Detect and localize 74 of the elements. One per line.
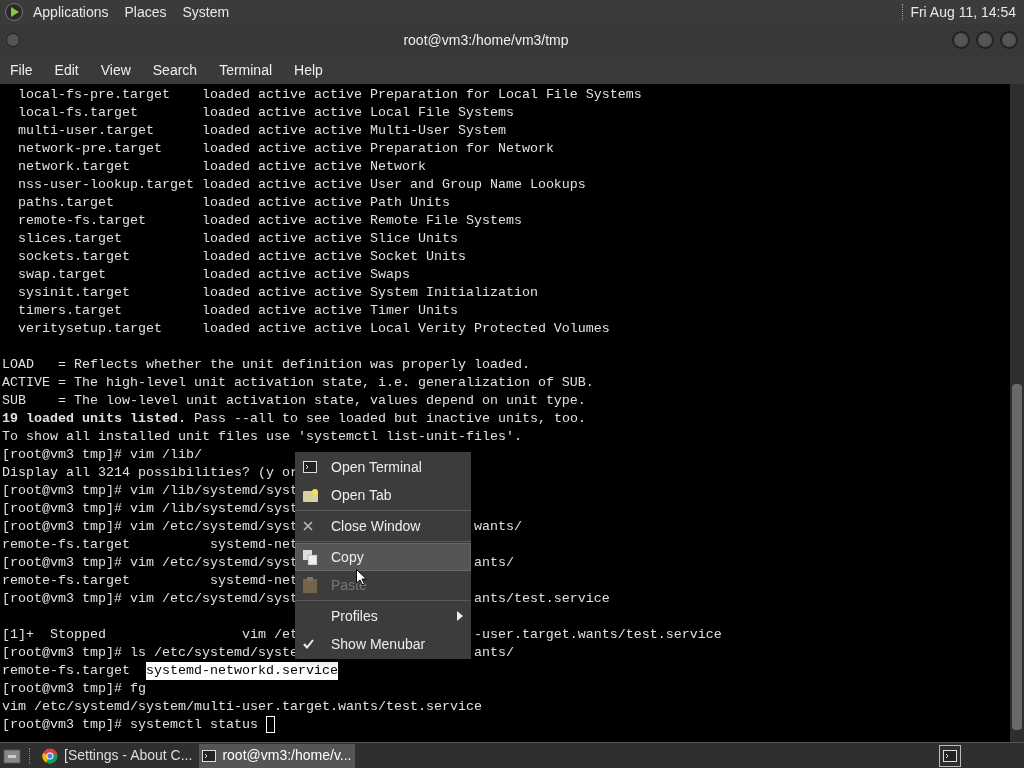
terminal-line: timers.target loaded active active Timer Units: [17, 303, 458, 318]
selected-text: systemd-networkd.service: [145, 662, 338, 680]
file-cabinet-icon[interactable]: [3, 747, 21, 764]
terminal-line: [root@vm3 tmp]# vim /etc/systemd/syst: [2, 591, 298, 606]
terminal-line: LOAD = Reflects whether the unit definition was properly loaded.: [2, 357, 530, 372]
terminal-line: vim /etc/systemd/system/multi-user.target.wants/test.service: [2, 699, 482, 714]
terminal-line: To show all installed unit files use 'systemctl list-unit-files'.: [2, 429, 522, 444]
menu-item[interactable]: View: [100, 59, 131, 81]
terminal-line: nss-user-lookup.target loaded active active User and Group Name Lookups: [17, 177, 586, 192]
play-logo-icon[interactable]: [4, 2, 24, 22]
terminal-line: sysinit.target loaded active active System Initialization: [17, 285, 538, 300]
terminal-line: local-fs-pre.target loaded active active Preparation for Local File Systems: [17, 87, 642, 102]
menu-item[interactable]: Search: [152, 59, 198, 81]
terminal-line: remote-fs.target: [2, 663, 131, 678]
terminal-line: [root@vm3 tmp]# vim /lib/: [2, 447, 202, 462]
scrollbar-thumb[interactable]: [1012, 384, 1022, 730]
browser-icon: [42, 747, 58, 764]
close-button[interactable]: [1000, 31, 1018, 49]
menu-item[interactable]: Edit: [54, 59, 79, 81]
terminal-line: [root@vm3 tmp]# fg: [2, 681, 146, 696]
terminal-line: ACTIVE = The high-level unit activation state, i.e. generalization of SUB.: [2, 375, 594, 390]
terminal-line: [root@vm3 tmp]# vim /etc/systemd/syst: [2, 555, 298, 570]
terminal-line: multi-user.target loaded active active Multi-User System: [17, 123, 506, 138]
maximize-button[interactable]: [976, 31, 994, 49]
folder-icon: [303, 488, 319, 502]
scrollbar[interactable]: [1010, 84, 1024, 742]
taskbar-button[interactable]: [Settings - About C...: [39, 743, 196, 768]
terminal-line: 19 loaded units listed. Pass --all to see loaded but inactive units, too.: [2, 411, 586, 426]
menu-item[interactable]: Copy: [295, 543, 471, 571]
menu-item[interactable]: Terminal: [219, 59, 273, 81]
taskbar-button[interactable]: root@vm3:/home/v...: [199, 743, 355, 768]
panel-menu[interactable]: Applications: [33, 1, 109, 23]
clipboard-icon: [303, 577, 317, 593]
terminal-line: [root@vm3 tmp]# systemctl status: [2, 717, 259, 732]
terminal-line: network-pre.target loaded active active Preparation for Network: [17, 141, 554, 156]
menu-item[interactable]: Open Terminal: [295, 453, 471, 481]
clock: Fri Aug 11, 14:54: [910, 2, 1016, 22]
terminal-icon: [943, 749, 957, 762]
menu-item[interactable]: File: [10, 59, 33, 81]
terminal-line: remote-fs.target loaded active active Remote File Systems: [17, 213, 522, 228]
terminal-line: ants/: [473, 644, 514, 662]
menu-item[interactable]: Close Window: [295, 512, 471, 540]
terminal-line: [root@vm3 tmp]# vim /etc/systemd/syst: [2, 519, 298, 534]
terminal-line: [root@vm3 tmp]# ls /etc/systemd/syste: [2, 645, 298, 660]
terminal-line: -user.target.wants/test.service: [473, 626, 722, 644]
terminal-line: SUB = The low-level unit activation state, values depend on unit type.: [2, 393, 586, 408]
terminal-icon: [303, 461, 317, 473]
terminal-line: remote-fs.target systemd-net: [2, 573, 298, 588]
terminal-line: ants/test.service: [473, 590, 610, 608]
terminal-line: [1]+ Stopped vim /et: [2, 627, 298, 642]
close-icon: [303, 521, 313, 531]
terminal-line: network.target loaded active active Network: [17, 159, 426, 174]
panel-menu[interactable]: Places: [124, 1, 167, 23]
menu-item[interactable]: Help: [294, 59, 323, 81]
terminal-line: wants/: [473, 518, 522, 536]
window-menu-button[interactable]: [6, 33, 20, 47]
terminal-line: swap.target loaded active active Swaps: [17, 267, 410, 282]
menu-item[interactable]: Show Menubar: [295, 630, 471, 658]
panel-menu[interactable]: System: [182, 1, 230, 23]
terminal-line: paths.target loaded active active Path Units: [17, 195, 450, 210]
terminal-line: remote-fs.target systemd-net: [2, 537, 298, 552]
terminal-icon: [202, 749, 217, 762]
window-title: root@vm3:/home/vm3/tmp: [402, 30, 570, 50]
copy-icon: [303, 549, 318, 565]
terminal-line: local-fs.target loaded active active Local File Systems: [17, 105, 514, 120]
menu-item[interactable]: Profiles: [295, 602, 471, 630]
terminal-line: [root@vm3 tmp]# vim /lib/systemd/syst: [2, 483, 298, 498]
menu-item[interactable]: Open Tab: [295, 481, 471, 509]
terminal-line: slices.target loaded active active Slice Units: [17, 231, 458, 246]
minimize-button[interactable]: [952, 31, 970, 49]
terminal-line: veritysetup.target loaded active active Local Verity Protected Volumes: [17, 321, 610, 336]
terminal-line: sockets.target loaded active active Socket Units: [17, 249, 466, 264]
terminal-line: ants/: [473, 554, 514, 572]
terminal-line: [root@vm3 tmp]# vim /lib/systemd/syst: [2, 501, 298, 516]
